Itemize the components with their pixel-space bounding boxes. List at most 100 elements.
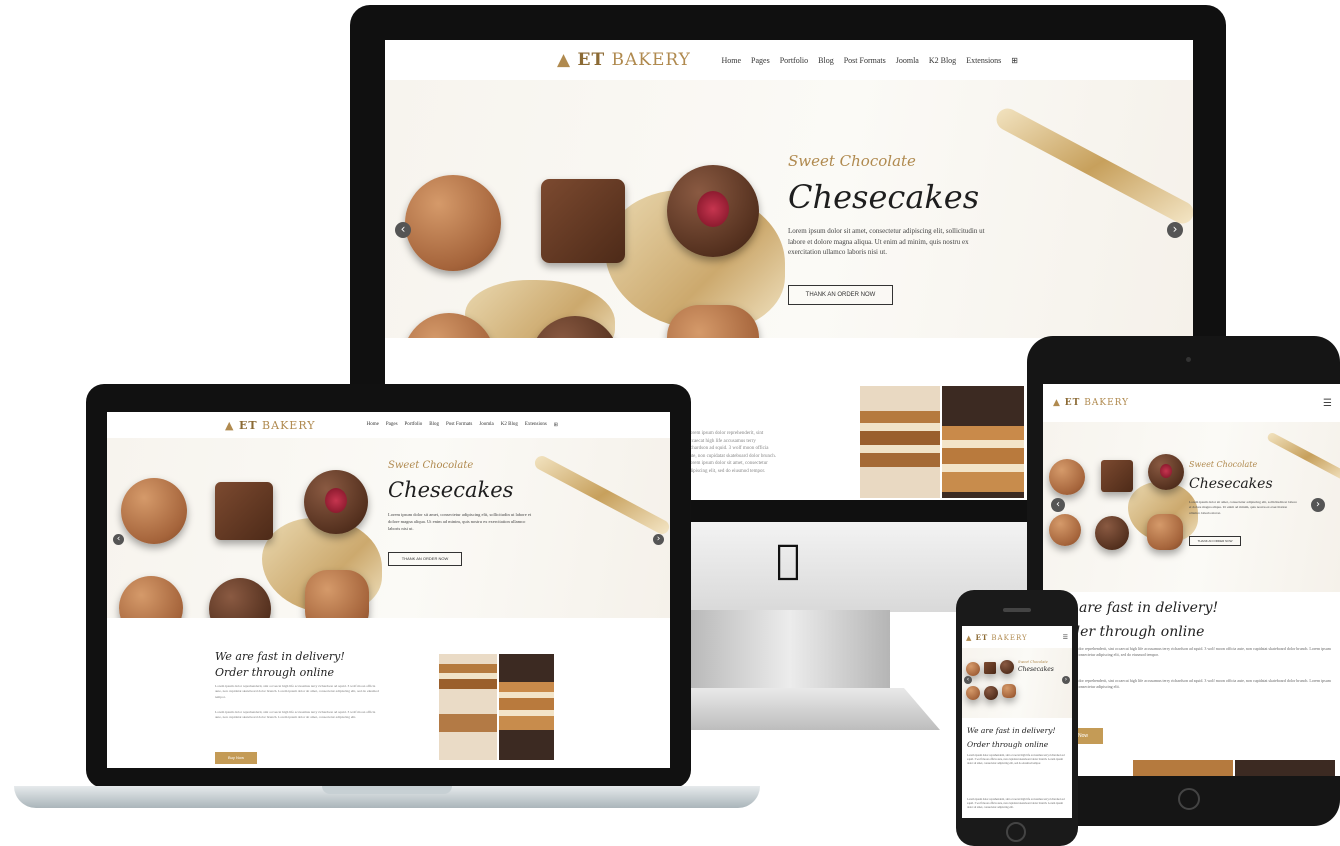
section-heading-2: Order through online <box>967 740 1049 749</box>
hero-subtitle: Sweet Chocolate <box>1189 460 1258 469</box>
chocolate-praline <box>121 478 187 544</box>
section-paragraph-2: Lorem ipsum dolor reprehenderit, sint oc… <box>1053 678 1331 689</box>
site-navbar: ▲ ET BAKERY Home Pages Portfolio Blog Po… <box>385 40 1193 80</box>
chocolate-cherry <box>1148 454 1184 490</box>
hero-order-button[interactable]: THANK AN ORDER NOW <box>788 285 893 305</box>
site-navbar: ▲ ET BAKERY ☰ <box>1043 384 1340 422</box>
hero-order-button[interactable]: THANK AN ORDER NOW <box>388 552 462 566</box>
chocolate-dark-round <box>984 686 998 700</box>
menu-item-post-formats[interactable]: Post Formats <box>446 422 472 428</box>
phone-screen: ▲ ET BAKERY ☰ Sweet Chocolate Chesecakes… <box>962 626 1072 818</box>
slider-prev-button[interactable]: ‹ <box>964 676 972 684</box>
menu-item-k2-blog[interactable]: K2 Blog <box>501 422 518 428</box>
site-logo[interactable]: ▲ ET BAKERY <box>966 633 1028 642</box>
gold-spoon <box>532 453 670 537</box>
laptop-screen: ▲ ET BAKERY Home Pages Portfolio Blog Po… <box>107 412 670 768</box>
cake-photo <box>439 654 497 760</box>
section-heading-2: Order through online <box>215 666 335 679</box>
slider-prev-button[interactable]: ‹ <box>1051 498 1065 512</box>
hero-subtitle: Sweet Chocolate <box>788 152 916 170</box>
logo-icon: ▲ <box>1053 398 1061 408</box>
menu-item-home[interactable]: Home <box>367 422 379 428</box>
hero-order-button[interactable]: THANK AN ORDER NOW <box>1189 536 1241 546</box>
logo-icon: ▲ <box>966 633 973 642</box>
search-icon[interactable]: ⊞ <box>554 422 558 428</box>
hero-title: Chesecakes <box>388 478 514 502</box>
buy-now-button[interactable]: Buy Now <box>215 752 257 764</box>
delivery-section: We are fast in delivery! Order through o… <box>1043 592 1340 776</box>
chocolate-truffle <box>119 576 183 618</box>
delivery-section: We are fast in delivery! Order through o… <box>962 718 1072 818</box>
chocolate-square <box>215 482 273 540</box>
chocolate-dark-round <box>209 578 271 618</box>
hero-text: Lorem ipsum dolor sit amet, consectetur … <box>388 512 532 531</box>
slider-next-button[interactable]: › <box>1167 222 1183 238</box>
menu-item-k2-blog[interactable]: K2 Blog <box>929 56 956 65</box>
site-logo[interactable]: ▲ ET BAKERY <box>1053 398 1129 408</box>
cake-photo <box>942 386 1024 498</box>
chocolate-dark-round <box>1095 516 1129 550</box>
slider-next-button[interactable]: › <box>653 534 664 545</box>
phone-home-button <box>1006 822 1026 842</box>
menu-item-portfolio[interactable]: Portfolio <box>405 422 423 428</box>
menu-item-blog[interactable]: Blog <box>818 56 834 65</box>
hero-subtitle: Sweet Chocolate <box>1018 660 1048 664</box>
logo-icon: ▲ <box>557 50 572 70</box>
laptop-notch <box>322 786 452 794</box>
chocolate-truffle <box>1049 514 1081 546</box>
hero-slider: Sweet Chocolate Chesecakes ‹ › <box>962 648 1072 718</box>
slider-prev-button[interactable]: ‹ <box>113 534 124 545</box>
menu-item-post-formats[interactable]: Post Formats <box>844 56 886 65</box>
cake-photo <box>1133 760 1233 776</box>
menu-item-joomla[interactable]: Joomla <box>479 422 493 428</box>
hero-title: Chesecakes <box>1189 476 1273 492</box>
chocolate-praline <box>405 175 501 271</box>
site-navbar: ▲ ET BAKERY ☰ <box>962 626 1072 648</box>
chocolate-square <box>984 662 996 674</box>
chocolate-star <box>305 570 369 618</box>
tablet-screen: ▲ ET BAKERY ☰ Sweet Chocolate Chesecakes… <box>1043 384 1340 776</box>
chocolate-star <box>1147 514 1183 550</box>
website: ▲ ET BAKERY Home Pages Portfolio Blog Po… <box>107 412 670 768</box>
hero-slider: Sweet Chocolate Chesecakes Lorem ipsum d… <box>385 80 1193 338</box>
chocolate-truffle <box>966 686 980 700</box>
menu-item-extensions[interactable]: Extensions <box>525 422 547 428</box>
delivery-section: We are fast in delivery! Order through o… <box>107 618 670 768</box>
menu-item-home[interactable]: Home <box>721 56 741 65</box>
slider-next-button[interactable]: › <box>1062 676 1070 684</box>
menu-item-pages[interactable]: Pages <box>751 56 770 65</box>
website: ▲ ET BAKERY ☰ Sweet Chocolate Chesecakes… <box>962 626 1072 818</box>
site-navbar: ▲ ET BAKERY Home Pages Portfolio Blog Po… <box>107 412 670 438</box>
menu-item-blog[interactable]: Blog <box>429 422 439 428</box>
hero-slider: Sweet Chocolate Chesecakes Lorem ipsum d… <box>107 438 670 618</box>
site-logo[interactable]: ▲ ET BAKERY <box>557 50 691 70</box>
logo-icon: ▲ <box>225 418 235 432</box>
chocolate-cherry <box>667 165 759 257</box>
section-heading-1: We are fast in delivery! <box>215 650 345 663</box>
chocolate-praline <box>1049 459 1085 495</box>
chocolate-square <box>1101 460 1133 492</box>
menu-item-extensions[interactable]: Extensions <box>966 56 1001 65</box>
tablet-camera <box>1186 357 1191 362</box>
website: ▲ ET BAKERY ☰ Sweet Chocolate Chesecakes… <box>1043 384 1340 776</box>
responsive-devices-mockup:  ▲ ET BAKERY Home Pages Portfolio Blog … <box>0 0 1340 846</box>
hamburger-menu-icon[interactable]: ☰ <box>1063 634 1068 641</box>
hero-slider: Sweet Chocolate Chesecakes Lorem ipsum d… <box>1043 422 1340 592</box>
menu-item-pages[interactable]: Pages <box>386 422 398 428</box>
section-paragraph-1: Lorem ipsum dolor reprehenderit, sint oc… <box>1053 646 1331 657</box>
menu-item-portfolio[interactable]: Portfolio <box>780 56 808 65</box>
hero-subtitle: Sweet Chocolate <box>388 460 474 471</box>
imac-stand <box>690 610 890 690</box>
hero-text: Lorem ipsum dolor sit amet, consectetur … <box>788 227 985 256</box>
slider-next-button[interactable]: › <box>1311 498 1325 512</box>
slider-prev-button[interactable]: ‹ <box>395 222 411 238</box>
menu-item-joomla[interactable]: Joomla <box>896 56 919 65</box>
tablet-home-button <box>1178 788 1200 810</box>
chocolate-square <box>541 179 625 263</box>
site-logo[interactable]: ▲ ET BAKERY <box>225 419 316 432</box>
search-icon[interactable]: ⊞ <box>1011 56 1018 65</box>
section-paragraph: Lorem ipsum dolor reprehenderit, sint oc… <box>687 431 776 474</box>
gold-spoon <box>1266 431 1340 482</box>
hamburger-menu-icon[interactable]: ☰ <box>1323 398 1332 409</box>
gold-spoon <box>992 104 1193 228</box>
